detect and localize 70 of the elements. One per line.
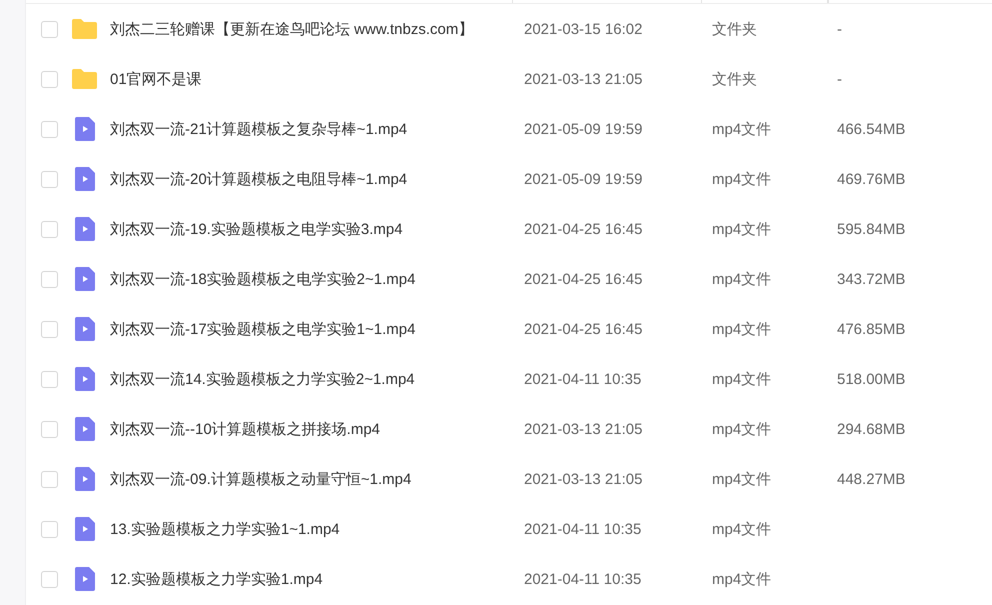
video-file-icon [74,567,94,591]
checkbox[interactable] [41,270,58,288]
file-name[interactable]: 刘杰双一流-20计算题模板之电阻导棒~1.mp4 [110,170,408,188]
file-size: - [837,70,842,88]
modified-date: 2021-04-25 16:45 [524,270,642,288]
file-type: 文件夹 [712,20,757,38]
video-file-icon [74,317,94,341]
modified-date: 2021-05-09 19:59 [524,120,642,138]
video-file-icon [74,517,94,541]
file-name[interactable]: 刘杰双一流-17实验题模板之电学实验1~1.mp4 [110,320,416,338]
file-name[interactable]: 刘杰双一流-21计算题模板之复杂导棒~1.mp4 [110,120,408,138]
modified-date: 2021-04-25 16:45 [524,320,642,338]
checkbox[interactable] [41,420,58,438]
video-file-icon [74,117,94,141]
file-size: - [837,20,842,38]
modified-date: 2021-03-13 21:05 [524,70,642,88]
file-name[interactable]: 12.实验题模板之力学实验1.mp4 [110,570,323,588]
video-file-icon [74,267,94,291]
file-name[interactable]: 刘杰二三轮赠课【更新在途鸟吧论坛 www.tnbzs.com】 [110,20,474,38]
checkbox[interactable] [41,570,58,588]
file-name[interactable]: 01官网不是课 [110,70,202,88]
file-size: 469.76MB [837,170,906,188]
file-size: 518.00MB [837,370,906,388]
file-size: 343.72MB [837,270,906,288]
checkbox[interactable] [41,520,58,538]
video-file-icon [74,467,94,491]
checkbox[interactable] [41,470,58,488]
modified-date: 2021-03-13 21:05 [524,420,642,438]
file-type: mp4文件 [712,520,772,538]
file-name[interactable]: 刘杰双一流-18实验题模板之电学实验2~1.mp4 [110,270,416,288]
file-type: mp4文件 [712,370,772,388]
file-name[interactable]: 刘杰双一流14.实验题模板之力学实验2~1.mp4 [110,370,415,388]
file-size: 466.54MB [837,120,906,138]
modified-date: 2021-04-25 16:45 [524,220,642,238]
video-file-icon [74,367,94,391]
file-type: mp4文件 [712,120,772,138]
modified-date: 2021-03-15 16:02 [524,20,642,38]
file-type: mp4文件 [712,220,772,238]
file-size: 476.85MB [837,320,906,338]
file-name[interactable]: 刘杰双一流-09.计算题模板之动量守恒~1.mp4 [110,470,412,488]
checkbox[interactable] [41,20,58,38]
video-file-icon [74,167,94,191]
folder-icon [72,69,97,89]
file-type: mp4文件 [712,270,772,288]
file-name[interactable]: 刘杰双一流--10计算题模板之拼接场.mp4 [110,420,380,438]
modified-date: 2021-05-09 19:59 [524,170,642,188]
file-name[interactable]: 刘杰双一流-19.实验题模板之电学实验3.mp4 [110,220,403,238]
file-type: mp4文件 [712,320,772,338]
file-name[interactable]: 13.实验题模板之力学实验1~1.mp4 [110,520,340,538]
video-file-icon [74,217,94,241]
modified-date: 2021-04-11 10:35 [524,570,642,588]
modified-date: 2021-04-11 10:35 [524,370,642,388]
file-type: mp4文件 [712,420,772,438]
checkbox[interactable] [41,220,58,238]
file-type: mp4文件 [712,570,772,588]
modified-date: 2021-04-11 10:35 [524,520,642,538]
folder-icon [72,19,97,39]
checkbox[interactable] [41,320,58,338]
video-file-icon [74,417,94,441]
modified-date: 2021-03-13 21:05 [524,470,642,488]
file-type: mp4文件 [712,170,772,188]
file-size: 595.84MB [837,220,906,238]
checkbox[interactable] [41,70,58,88]
checkbox[interactable] [41,120,58,138]
checkbox[interactable] [41,370,58,388]
file-size: 294.68MB [837,420,906,438]
file-size: 448.27MB [837,470,906,488]
file-type: 文件夹 [712,70,757,88]
checkbox[interactable] [41,170,58,188]
file-type: mp4文件 [712,470,772,488]
